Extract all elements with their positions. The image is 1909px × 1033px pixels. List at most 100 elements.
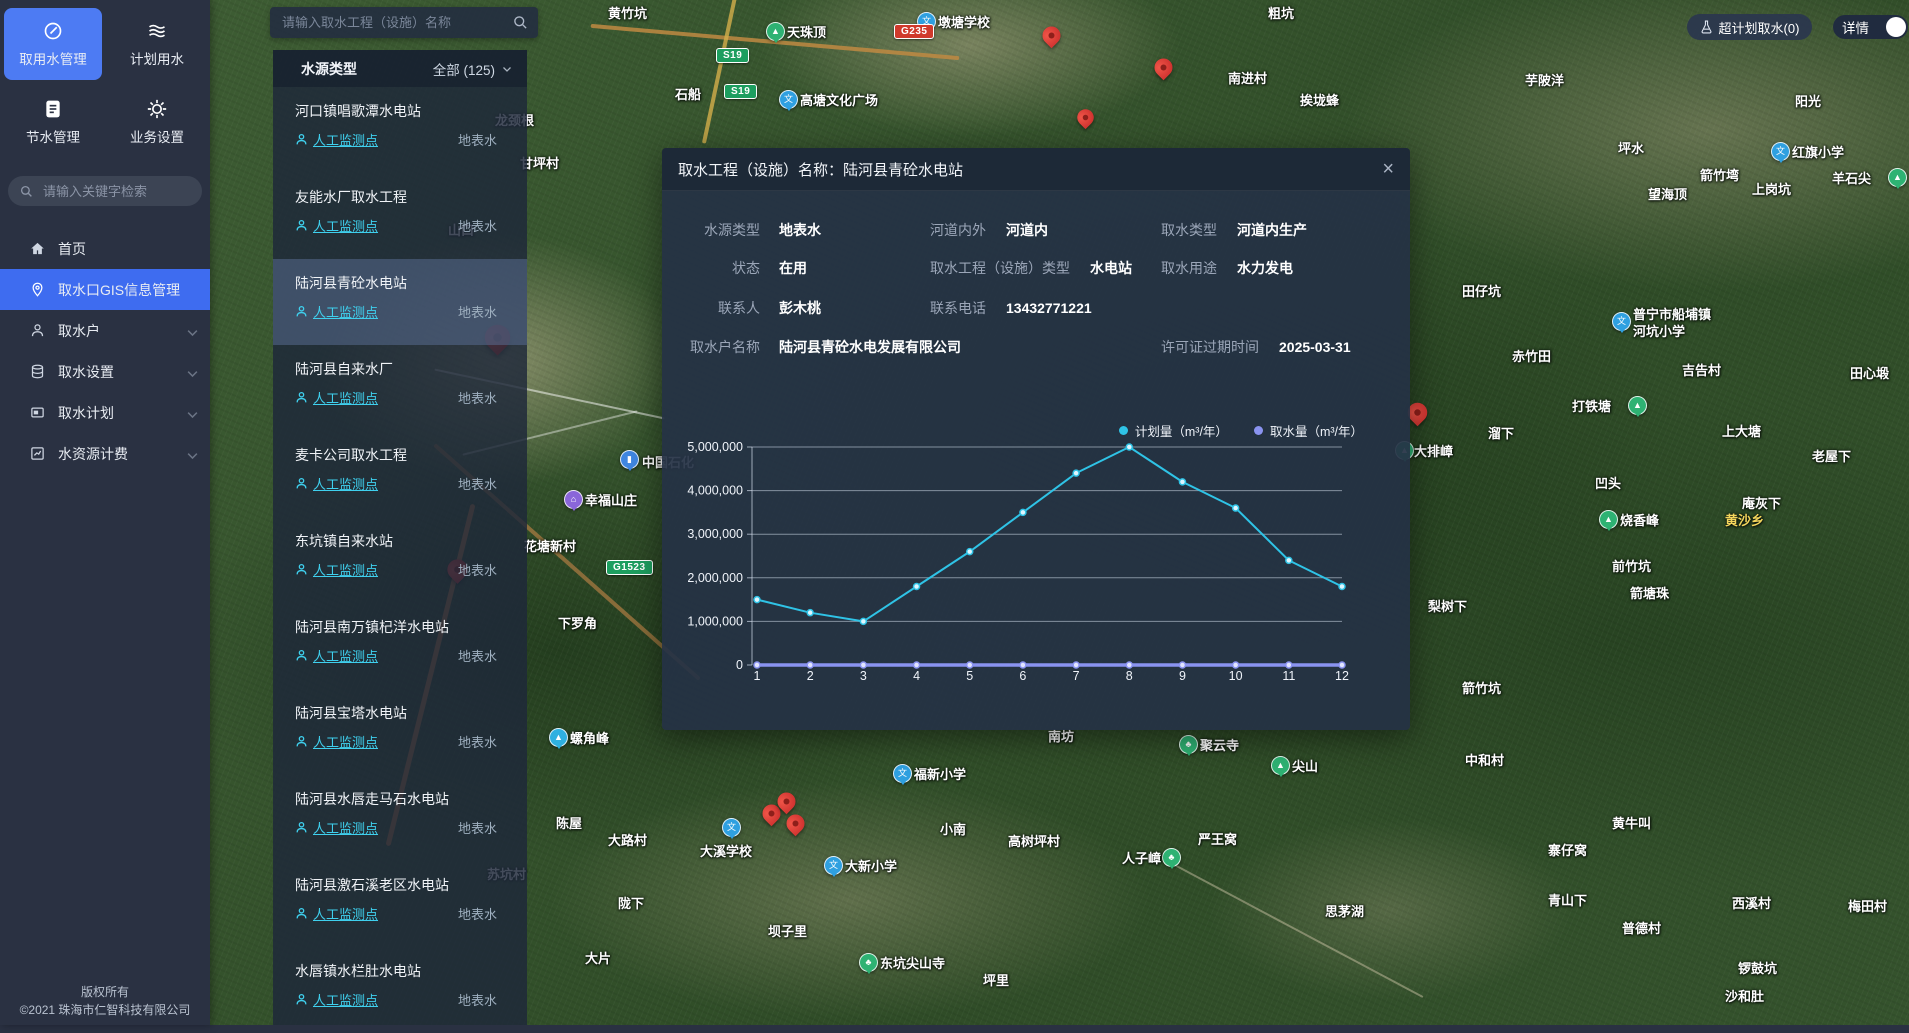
map-place-label: 沙和肚 (1725, 988, 1764, 1005)
legend-dot (1254, 426, 1263, 435)
svg-text:9: 9 (1179, 669, 1186, 683)
field-value: 陆河县青砼水电发展有限公司 (779, 337, 961, 357)
tree-poi-icon[interactable]: ♣ (859, 953, 878, 972)
field-value: 地表水 (779, 220, 821, 240)
mountain-poi-icon[interactable]: ▲ (1888, 168, 1907, 187)
red-map-pin[interactable] (783, 811, 808, 836)
sidebar-item-5[interactable]: 取水计划 (0, 392, 210, 433)
station-list-item[interactable]: 陆河县宝塔水电站人工监测点地表水 (273, 689, 527, 775)
manual-monitor-link[interactable]: 人工监测点 (295, 474, 378, 493)
mountain-poi-icon[interactable]: ▲ (1628, 396, 1647, 415)
red-map-pin[interactable] (1039, 23, 1064, 48)
map-place-label: 坪水 (1618, 140, 1644, 157)
manual-monitor-link[interactable]: 人工监测点 (295, 302, 378, 321)
station-name: 东坑镇自来水站 (295, 531, 501, 551)
station-list-item[interactable]: 河口镇唱歌潭水电站人工监测点地表水 (273, 87, 527, 173)
field-label: 状态 (687, 258, 760, 278)
sidebar-item-3[interactable]: 取水户 (0, 310, 210, 351)
manual-monitor-link[interactable]: 人工监测点 (295, 216, 378, 235)
manual-monitor-link[interactable]: 人工监测点 (295, 560, 378, 579)
sidebar-search-input[interactable] (41, 183, 185, 200)
module-tile-1[interactable]: 取用水管理 (4, 8, 102, 80)
map-place-label: 石船 (675, 86, 701, 103)
field-label: 取水类型 (1161, 220, 1217, 240)
legend-item[interactable]: 取水量（m³/年） (1254, 421, 1363, 440)
svg-text:10: 10 (1229, 669, 1243, 683)
sidebar: 取用水管理计划用水节水管理业务设置 首页取水口GIS信息管理取水户取水设置取水计… (0, 0, 210, 1025)
station-list-item[interactable]: 陆河县水唇走马石水电站人工监测点地表水 (273, 775, 527, 861)
map-place-label: 芋陂洋 (1525, 72, 1564, 89)
peak-cyan-poi-icon[interactable]: ▲ (549, 728, 568, 747)
station-list-item[interactable]: 友能水厂取水工程人工监测点地表水 (273, 173, 527, 259)
water-source-type: 地表水 (458, 302, 497, 321)
station-list-item[interactable]: 陆河县南万镇杞洋水电站人工监测点地表水 (273, 603, 527, 689)
module-tile-2[interactable]: 计划用水 (108, 8, 206, 80)
school-poi-icon[interactable]: 文 (722, 818, 741, 837)
tree-poi-icon[interactable]: ♣ (1162, 848, 1181, 867)
over-plan-intake-button[interactable]: 超计划取水(0) (1687, 14, 1812, 40)
map-place-label: 普宁市船埔镇 河坑小学 (1633, 306, 1711, 340)
station-list-item[interactable]: 陆河县青砼水电站人工监测点地表水 (273, 259, 527, 345)
manual-monitor-link[interactable]: 人工监测点 (295, 388, 378, 407)
mountain-poi-icon[interactable]: ▲ (766, 22, 785, 41)
tree-poi-icon[interactable]: ♣ (1179, 735, 1198, 754)
map-place-label: 东坑尖山寺 (880, 955, 945, 972)
manual-monitor-link[interactable]: 人工监测点 (295, 130, 378, 149)
school-poi-icon[interactable]: 文 (824, 856, 843, 875)
chevron-down-icon (185, 366, 196, 377)
svg-text:4,000,000: 4,000,000 (687, 484, 743, 498)
close-icon[interactable]: × (1382, 159, 1394, 179)
filter-dropdown[interactable]: 全部 (125) (433, 59, 513, 79)
manual-monitor-link[interactable]: 人工监测点 (295, 990, 378, 1009)
field-label: 联系人 (687, 298, 760, 318)
chevron-down-icon (185, 325, 196, 336)
manual-monitor-link[interactable]: 人工监测点 (295, 818, 378, 837)
mountain-poi-icon[interactable]: ▲ (1599, 510, 1618, 529)
school-poi-icon[interactable]: 文 (779, 90, 798, 109)
module-tile-3[interactable]: 节水管理 (4, 86, 102, 158)
water-source-type: 地表水 (458, 732, 497, 751)
station-list-item[interactable]: 陆河县激石溪老区水电站人工监测点地表水 (273, 861, 527, 947)
station-search-input[interactable] (280, 14, 513, 31)
sidebar-item-6[interactable]: 水资源计费 (0, 433, 210, 474)
map-place-label: 小南 (940, 821, 966, 838)
map-place-label: 溜下 (1488, 425, 1514, 442)
map-place-label: 大片 (585, 950, 611, 967)
field-row: 取水户名称陆河县青砼水电发展有限公司许可证过期时间2025-03-31 (662, 337, 1410, 359)
map-place-label: 梨树下 (1428, 598, 1467, 615)
map-place-label: 梅田村 (1848, 898, 1887, 915)
sidebar-item-2[interactable]: 取水口GIS信息管理 (0, 269, 210, 310)
sidebar-menu: 首页取水口GIS信息管理取水户取水设置取水计划水资源计费 (0, 228, 210, 474)
search-icon[interactable] (513, 15, 528, 30)
sidebar-item-1[interactable]: 首页 (0, 228, 210, 269)
school-poi-icon[interactable]: 文 (1612, 312, 1631, 331)
station-name: 水唇镇水栏肚水电站 (295, 961, 501, 981)
station-list-item[interactable]: 陆河县自来水厂人工监测点地表水 (273, 345, 527, 431)
field-value: 13432771221 (1006, 300, 1092, 316)
resort-poi-icon[interactable]: ⌂ (564, 490, 583, 509)
map-place-label: 箭竹坑 (1462, 680, 1501, 697)
sidebar-item-4[interactable]: 取水设置 (0, 351, 210, 392)
manual-monitor-link[interactable]: 人工监测点 (295, 904, 378, 923)
school-poi-icon[interactable]: 文 (893, 764, 912, 783)
station-list-item[interactable]: 东坑镇自来水站人工监测点地表水 (273, 517, 527, 603)
detail-toggle[interactable]: 详情 (1833, 15, 1908, 39)
gas-poi-icon[interactable]: ▮ (620, 450, 639, 469)
manual-monitor-link[interactable]: 人工监测点 (295, 732, 378, 751)
field-label: 河道内外 (930, 220, 986, 240)
sidebar-search[interactable] (8, 176, 202, 206)
red-map-pin[interactable] (1074, 106, 1097, 129)
map-place-label: 坝子里 (768, 923, 807, 940)
manual-monitor-link[interactable]: 人工监测点 (295, 646, 378, 665)
station-search[interactable] (270, 7, 538, 38)
school-poi-icon[interactable]: 文 (1771, 142, 1790, 161)
station-list-item[interactable]: 麦卡公司取水工程人工监测点地表水 (273, 431, 527, 517)
red-map-pin[interactable] (1151, 55, 1176, 80)
toggle-knob[interactable] (1886, 17, 1906, 37)
legend-dot (1119, 426, 1128, 435)
mountain-poi-icon[interactable]: ▲ (1271, 756, 1290, 775)
station-list-item[interactable]: 水唇镇水栏肚水电站人工监测点地表水 (273, 947, 527, 1033)
legend-item[interactable]: 计划量（m³/年） (1119, 421, 1228, 440)
module-tile-4[interactable]: 业务设置 (108, 86, 206, 158)
flask-icon (1700, 20, 1713, 34)
